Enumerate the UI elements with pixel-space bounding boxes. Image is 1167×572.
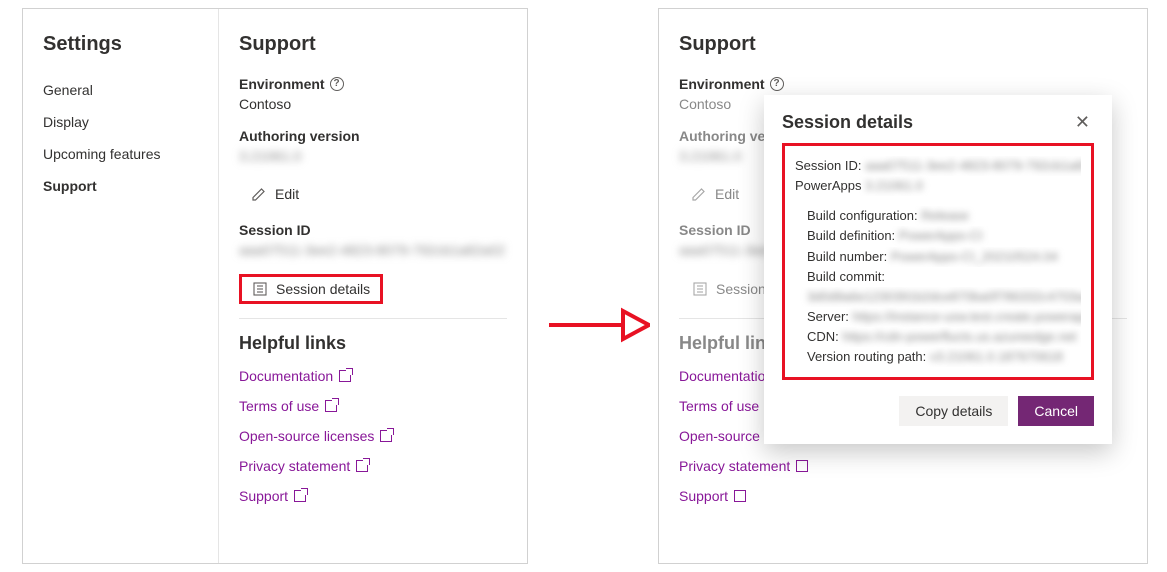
copy-details-button[interactable]: Copy details <box>899 396 1008 426</box>
authoring-section: Authoring version 3.21061.0 Edit <box>239 128 507 208</box>
close-icon[interactable]: ✕ <box>1071 111 1094 133</box>
environment-value: Contoso <box>239 96 507 112</box>
detail-build-num-label: Build number: <box>807 249 887 264</box>
detail-session-id-label: Session ID: <box>795 158 861 173</box>
helpful-links-section: Helpful links Documentation Terms of use… <box>239 333 507 504</box>
external-link-icon <box>339 370 351 382</box>
cancel-button[interactable]: Cancel <box>1018 396 1094 426</box>
session-details-icon <box>692 281 708 297</box>
session-id-label: Session ID <box>239 222 311 238</box>
detail-routing-value: v3.21061.0.187670618 <box>930 349 1063 364</box>
detail-build-def-label: Build definition: <box>807 228 895 243</box>
detail-build-commit-label: Build commit: <box>807 269 885 284</box>
detail-cdn-label: CDN: <box>807 329 839 344</box>
edit-button[interactable]: Edit <box>239 180 311 208</box>
edit-label: Edit <box>275 186 299 202</box>
session-details-icon <box>252 281 268 297</box>
help-icon[interactable]: ? <box>770 77 784 91</box>
external-link-icon <box>380 430 392 442</box>
helpful-links-title: Helpful links <box>239 333 507 354</box>
edit-button[interactable]: Edit <box>679 180 751 208</box>
pencil-icon <box>691 186 707 202</box>
detail-server-value: https://instance-usw.test.create.powerap… <box>853 309 1081 324</box>
external-link-icon <box>734 490 746 502</box>
session-id-section: Session ID aaa07511-3ee2-4823-8079-792cb… <box>239 222 507 304</box>
environment-label: Environment <box>239 76 325 92</box>
pencil-icon <box>251 186 267 202</box>
session-details-box: Session ID: aaa07511-3ee2-4823-8079-792c… <box>782 143 1094 380</box>
detail-build-num-value: PowerApps-CI_20210524.04 <box>891 249 1058 264</box>
environment-label: Environment <box>679 76 765 92</box>
link-support[interactable]: Support <box>239 488 507 504</box>
detail-build-config-label: Build configuration: <box>807 208 918 223</box>
dialog-title: Session details <box>782 112 913 133</box>
authoring-version-label: Authoring ver <box>679 128 771 144</box>
arrow-icon <box>545 305 650 345</box>
detail-routing-label: Version routing path: <box>807 349 926 364</box>
link-support[interactable]: Support <box>679 488 1127 504</box>
link-documentation[interactable]: Documentation <box>239 368 507 384</box>
edit-label: Edit <box>715 186 739 202</box>
link-privacy-statement[interactable]: Privacy statement <box>239 458 507 474</box>
detail-powerapps-label: PowerApps <box>795 178 861 193</box>
detail-build-config-value: Release <box>921 208 969 223</box>
external-link-icon <box>356 460 368 472</box>
external-link-icon <box>796 460 808 472</box>
detail-powerapps-value: 3.21061.0 <box>865 178 923 193</box>
detail-session-id-value: aaa07511-3ee2-4823-8079-792cb1a82a0 <box>865 158 1081 173</box>
link-privacy-statement[interactable]: Privacy statement <box>679 458 1127 474</box>
support-title: Support <box>679 33 1127 56</box>
divider <box>239 318 507 319</box>
support-title: Support <box>239 33 507 56</box>
link-terms-of-use[interactable]: Terms of use <box>239 398 507 414</box>
sidebar-item-support[interactable]: Support <box>43 170 218 202</box>
settings-panel-left: Settings General Display Upcoming featur… <box>22 8 528 564</box>
session-details-button[interactable]: Session details <box>239 274 383 304</box>
sidebar-item-display[interactable]: Display <box>43 106 218 138</box>
authoring-version-label: Authoring version <box>239 128 360 144</box>
settings-sidebar: Settings General Display Upcoming featur… <box>23 9 219 563</box>
detail-build-commit-value: 3d0d9a6e1230391b2dce870ba0f786332c4703aa… <box>807 289 1081 304</box>
sidebar-item-upcoming-features[interactable]: Upcoming features <box>43 138 218 170</box>
session-details-label: Session details <box>276 281 370 297</box>
link-open-source-licenses[interactable]: Open-source licenses <box>239 428 507 444</box>
session-id-value: aaa07511-3ee2-4823-8079-792cb1a82a02 <box>239 242 507 258</box>
external-link-icon <box>325 400 337 412</box>
authoring-version-value: 3.21061.0 <box>239 148 507 164</box>
support-content: Support Environment ? Contoso Authoring … <box>219 9 527 563</box>
detail-server-label: Server: <box>807 309 849 324</box>
settings-title: Settings <box>43 33 218 56</box>
sidebar-item-general[interactable]: General <box>43 74 218 106</box>
help-icon[interactable]: ? <box>330 77 344 91</box>
environment-section: Environment ? Contoso <box>239 76 507 112</box>
session-id-label: Session ID <box>679 222 751 238</box>
detail-cdn-value: https://cdn-powerflucts.us.azureedge.net <box>842 329 1076 344</box>
detail-build-def-value: PowerApps-CI <box>899 228 983 243</box>
session-details-dialog: Session details ✕ Session ID: aaa07511-3… <box>764 95 1112 444</box>
external-link-icon <box>294 490 306 502</box>
